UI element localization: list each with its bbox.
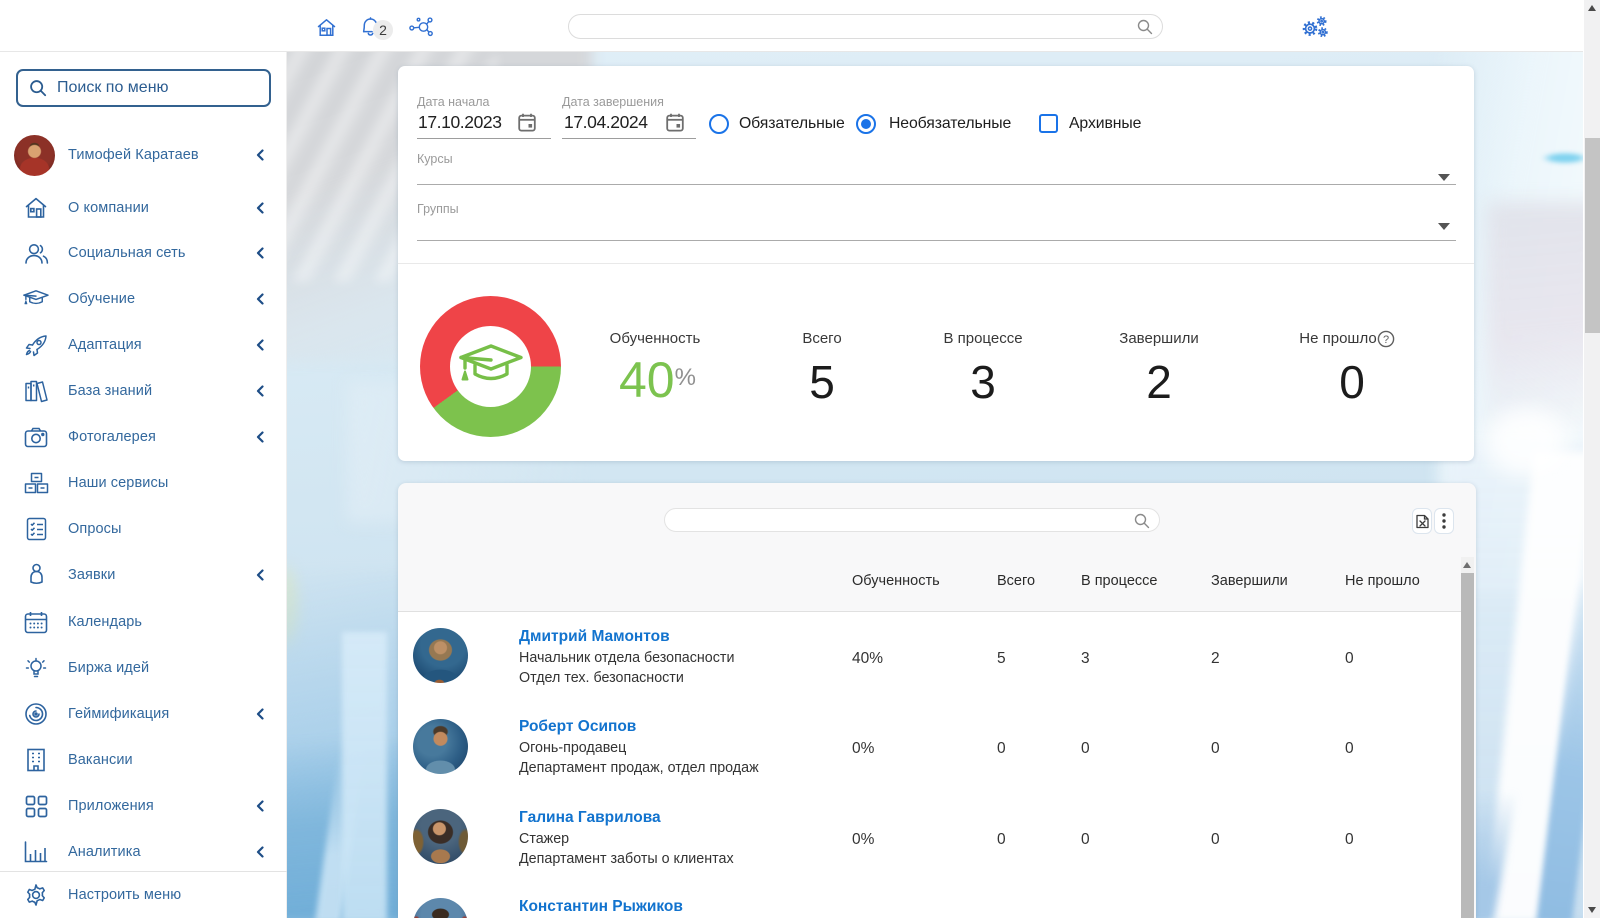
svg-text:?: ? — [1383, 334, 1389, 346]
